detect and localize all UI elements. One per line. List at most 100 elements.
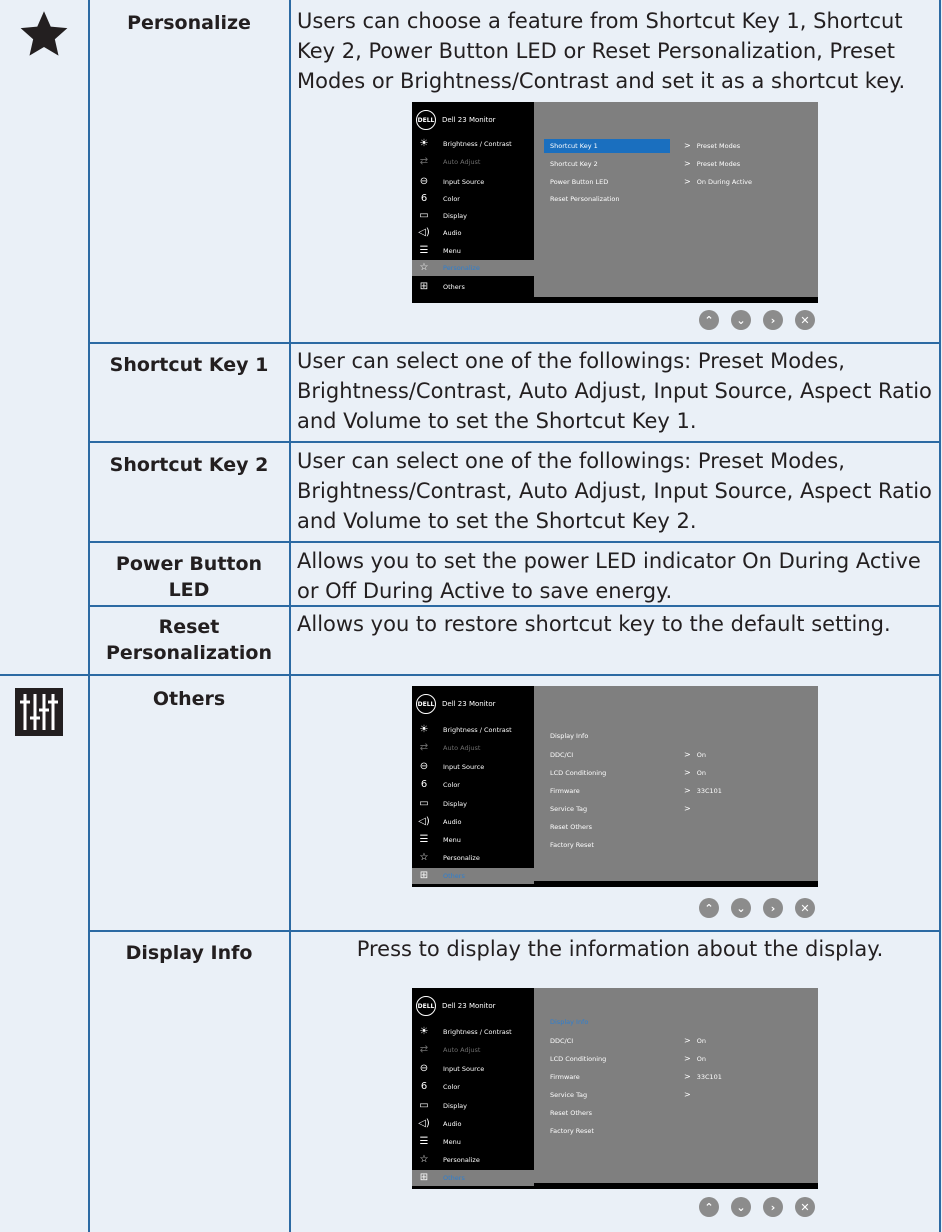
exit-button[interactable]: ✕ bbox=[795, 310, 815, 330]
osd-menu-item-audio[interactable]: ◁) Audio bbox=[412, 225, 534, 241]
osd-menu-item-input-source[interactable]: ⊖ Input Source bbox=[412, 759, 534, 775]
osd-menu-item-input-source[interactable]: ⊖ Input Source bbox=[412, 1061, 534, 1077]
osd-menu-item-personalize[interactable]: ☆ Personalize bbox=[412, 850, 534, 866]
osd-option-reset-others[interactable]: Reset Others bbox=[544, 820, 592, 834]
osd-menu-label: Display bbox=[443, 212, 467, 220]
up-arrow-button[interactable]: ⌃ bbox=[699, 898, 719, 918]
osd-option-ddc-ci[interactable]: DDC/CI bbox=[544, 748, 573, 762]
osd-menu-item-others[interactable]: ⊞ Others bbox=[412, 279, 534, 295]
osd-menu-item-brightness[interactable]: ☀ Brightness / Contrast bbox=[412, 136, 534, 152]
exit-button[interactable]: ✕ bbox=[795, 898, 815, 918]
osd-menu-label: Color bbox=[443, 195, 460, 203]
osd-menu-label: Input Source bbox=[443, 178, 485, 186]
osd-menu-item-others[interactable]: ⊞ Others bbox=[412, 1170, 534, 1186]
osd-option-service-tag[interactable]: Service Tag bbox=[544, 802, 587, 816]
osd-menu-label: Auto Adjust bbox=[443, 1046, 481, 1054]
osd-option-firmware[interactable]: Firmware bbox=[544, 784, 580, 798]
osd-option-ddc-ci[interactable]: DDC/CI bbox=[544, 1034, 573, 1048]
osd-menu-item-personalize[interactable]: ☆ Personalize bbox=[412, 1152, 534, 1168]
dell-logo-icon: DELL bbox=[416, 996, 436, 1016]
osd-option-factory-reset[interactable]: Factory Reset bbox=[544, 838, 594, 852]
osd-menu-label: Others bbox=[443, 283, 465, 291]
osd-option-display-info[interactable]: Display Info bbox=[544, 729, 588, 743]
ok-button[interactable]: › bbox=[763, 310, 783, 330]
osd-menu-label: Menu bbox=[443, 247, 461, 255]
shortcut-key-2-description: User can select one of the followings: P… bbox=[297, 449, 932, 533]
osd-option-display-info[interactable]: Display Info bbox=[544, 1015, 588, 1029]
osd-option-reset-personalization[interactable]: Reset Personalization bbox=[544, 192, 620, 206]
osd-menu-label: Personalize bbox=[443, 854, 480, 862]
osd-title: Dell 23 Monitor bbox=[442, 116, 496, 124]
osd-menu-item-menu[interactable]: ☰ Menu bbox=[412, 1134, 534, 1150]
osd-submenu: Shortcut Key 1 Shortcut Key 2 Power Butt… bbox=[534, 102, 818, 297]
osd-menu-item-auto-adjust[interactable]: ⇄ Auto Adjust bbox=[412, 154, 534, 170]
osd-option-shortcut-key-1[interactable]: Shortcut Key 1 bbox=[544, 139, 670, 153]
power-button-led-label: Power Button LED bbox=[90, 551, 288, 603]
osd-menu-label: Audio bbox=[443, 818, 462, 826]
others-sliders-icon bbox=[15, 688, 63, 736]
color-icon: 6 bbox=[420, 1081, 428, 1092]
osd-menu-item-display[interactable]: ▭ Display bbox=[412, 1098, 534, 1114]
osd-menu-label: Input Source bbox=[443, 1065, 485, 1073]
grid-line bbox=[289, 0, 291, 1232]
osd-option-shortcut-key-2[interactable]: Shortcut Key 2 bbox=[544, 157, 598, 171]
shortcut-key-2-label: Shortcut Key 2 bbox=[109, 454, 269, 476]
osd-option-lcd-conditioning[interactable]: LCD Conditioning bbox=[544, 766, 606, 780]
down-arrow-button[interactable]: ⌄ bbox=[731, 1197, 751, 1217]
osd-menu-item-audio[interactable]: ◁) Audio bbox=[412, 1116, 534, 1132]
osd-value-lcd-conditioning: > On bbox=[684, 1052, 706, 1066]
down-arrow-button[interactable]: ⌄ bbox=[731, 310, 751, 330]
osd-menu-item-display[interactable]: ▭ Display bbox=[412, 208, 534, 224]
down-arrow-button[interactable]: ⌄ bbox=[731, 898, 751, 918]
osd-value-text: On bbox=[696, 751, 706, 759]
osd-option-factory-reset[interactable]: Factory Reset bbox=[544, 1124, 594, 1138]
osd-value-shortcut-key-1: > Preset Modes bbox=[684, 139, 740, 153]
osd-menu-item-others[interactable]: ⊞ Others bbox=[412, 868, 534, 884]
input-source-icon: ⊖ bbox=[419, 176, 429, 187]
osd-menu-item-menu[interactable]: ☰ Menu bbox=[412, 832, 534, 848]
osd-option-service-tag[interactable]: Service Tag bbox=[544, 1088, 587, 1102]
dell-logo-icon: DELL bbox=[416, 694, 436, 714]
osd-menu-item-auto-adjust[interactable]: ⇄ Auto Adjust bbox=[412, 740, 534, 756]
osd-menu-item-menu[interactable]: ☰ Menu bbox=[412, 243, 534, 259]
osd-menu-item-personalize[interactable]: ☆ Personalize bbox=[412, 260, 534, 276]
osd-menu-item-auto-adjust[interactable]: ⇄ Auto Adjust bbox=[412, 1042, 534, 1058]
osd-option-lcd-conditioning[interactable]: LCD Conditioning bbox=[544, 1052, 606, 1066]
ok-button[interactable]: › bbox=[763, 898, 783, 918]
power-button-led-description: Allows you to set the power LED indicato… bbox=[297, 549, 921, 603]
osd-menu-item-color[interactable]: 6 Color bbox=[412, 1079, 534, 1095]
personalize-icon: ☆ bbox=[419, 262, 429, 273]
up-arrow-button[interactable]: ⌃ bbox=[699, 310, 719, 330]
osd-menu-item-display[interactable]: ▭ Display bbox=[412, 796, 534, 812]
osd-menu-item-audio[interactable]: ◁) Audio bbox=[412, 814, 534, 830]
audio-icon: ◁) bbox=[418, 227, 430, 238]
osd-value-firmware: >33C101 bbox=[684, 784, 722, 798]
osd-menu-item-brightness[interactable]: ☀ Brightness / Contrast bbox=[412, 722, 534, 738]
osd-button-row: ⌃ ⌄ › ✕ bbox=[699, 310, 815, 330]
display-icon: ▭ bbox=[419, 798, 429, 809]
exit-button[interactable]: ✕ bbox=[795, 1197, 815, 1217]
up-arrow-button[interactable]: ⌃ bbox=[699, 1197, 719, 1217]
osd-menu-label: Color bbox=[443, 1083, 460, 1091]
osd-menu-item-color[interactable]: 6 Color bbox=[412, 191, 534, 207]
dell-logo-icon: DELL bbox=[416, 110, 436, 130]
osd-menu-label: Brightness / Contrast bbox=[443, 726, 512, 734]
shortcut-key-1-label: Shortcut Key 1 bbox=[109, 354, 269, 376]
osd-submenu: Display Info DDC/CI LCD Conditioning Fir… bbox=[534, 686, 818, 881]
osd-menu-item-brightness[interactable]: ☀ Brightness / Contrast bbox=[412, 1024, 534, 1040]
auto-adjust-icon: ⇄ bbox=[419, 1044, 429, 1055]
osd-menu-label: Brightness / Contrast bbox=[443, 140, 512, 148]
grid-line bbox=[0, 674, 941, 676]
ok-button[interactable]: › bbox=[763, 1197, 783, 1217]
osd-option-power-button-led[interactable]: Power Button LED bbox=[544, 175, 608, 189]
osd-menu-item-color[interactable]: 6 Color bbox=[412, 777, 534, 793]
osd-button-row: ⌃ ⌄ › ✕ bbox=[699, 898, 815, 918]
osd-main-menu: DELL Dell 23 Monitor ☀ Brightness / Contr… bbox=[412, 988, 534, 1189]
osd-menu-item-input-source[interactable]: ⊖ Input Source bbox=[412, 174, 534, 190]
osd-menu-label: Others bbox=[443, 872, 465, 880]
osd-option-firmware[interactable]: Firmware bbox=[544, 1070, 580, 1084]
osd-value-lcd-conditioning: > On bbox=[684, 766, 706, 780]
osd-menu-label: Personalize bbox=[443, 1156, 480, 1164]
osd-option-reset-others[interactable]: Reset Others bbox=[544, 1106, 592, 1120]
color-icon: 6 bbox=[420, 779, 428, 790]
